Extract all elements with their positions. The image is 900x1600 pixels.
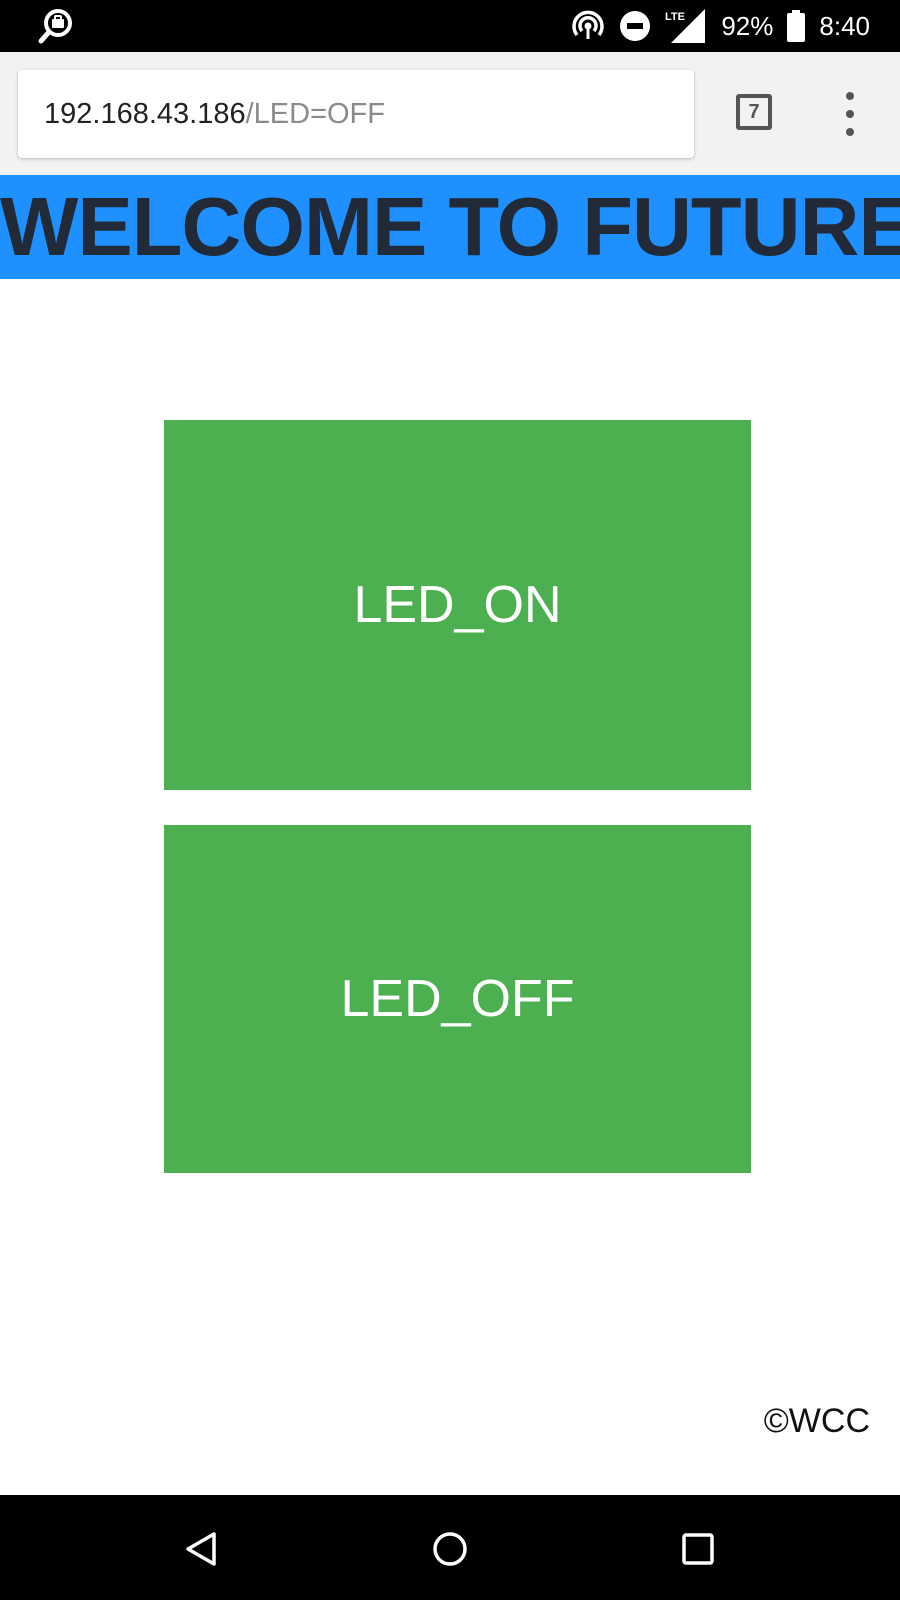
more-vert-icon[interactable] bbox=[838, 92, 862, 136]
back-icon[interactable] bbox=[177, 1525, 225, 1573]
do-not-disturb-icon bbox=[619, 10, 651, 42]
led-off-button[interactable]: LED_OFF bbox=[164, 825, 751, 1173]
hotspot-icon bbox=[571, 9, 605, 43]
navigation-bar bbox=[0, 1495, 900, 1600]
recents-icon[interactable] bbox=[674, 1525, 722, 1573]
clock: 8:40 bbox=[819, 10, 870, 41]
status-bar: LTE 92% 8:40 bbox=[0, 0, 900, 52]
tab-switcher-button[interactable]: 7 bbox=[736, 94, 772, 130]
led-on-button[interactable]: LED_ON bbox=[164, 420, 751, 790]
address-bar[interactable]: 192.168.43.186/LED=OFF bbox=[18, 70, 694, 158]
welcome-banner: WELCOME TO FUTURE bbox=[0, 175, 900, 279]
url-host: 192.168.43.186 bbox=[44, 97, 246, 130]
notification-search-icon bbox=[38, 8, 74, 44]
page-title: WELCOME TO FUTURE bbox=[0, 180, 900, 273]
battery-percent: 92% bbox=[721, 10, 774, 41]
home-icon[interactable] bbox=[426, 1525, 474, 1573]
lte-signal-icon: LTE bbox=[665, 9, 707, 43]
battery-icon bbox=[787, 10, 806, 42]
url-path: /LED=OFF bbox=[245, 97, 385, 130]
copyright-text: ©WCC bbox=[763, 1402, 870, 1440]
network-type-label: LTE bbox=[665, 11, 685, 23]
browser-toolbar: 192.168.43.186/LED=OFF 7 bbox=[0, 52, 900, 175]
